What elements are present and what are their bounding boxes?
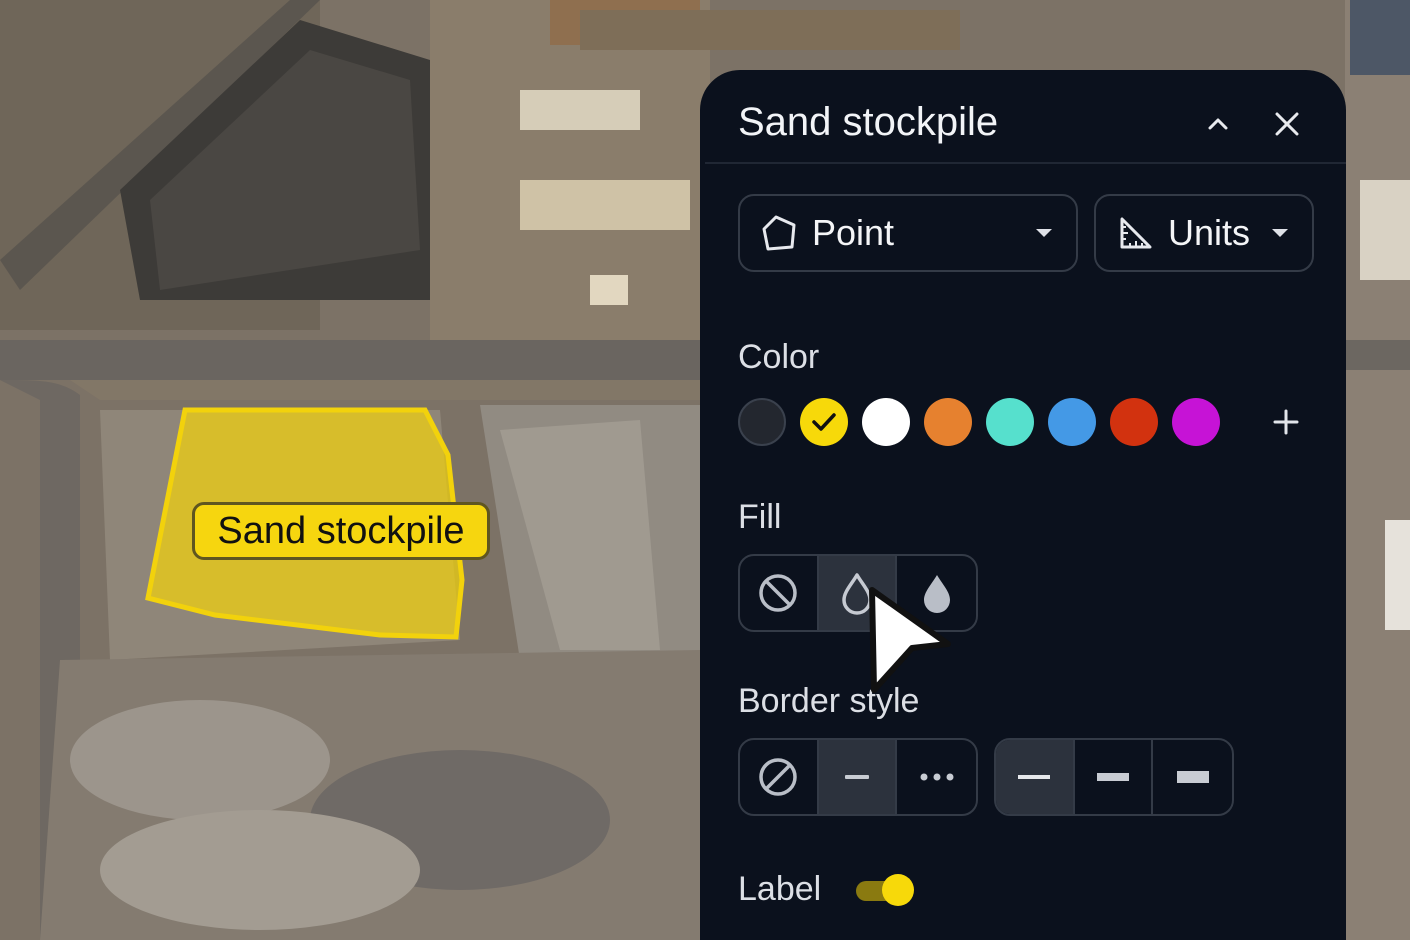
border-width-thick-option[interactable]: [1153, 740, 1232, 814]
fill-options: [738, 554, 978, 632]
add-color-button[interactable]: [1266, 402, 1306, 442]
check-icon: [812, 413, 836, 431]
color-swatch-yellow[interactable]: [800, 398, 848, 446]
solid-line-icon: [845, 775, 869, 779]
color-swatch-orange[interactable]: [924, 398, 972, 446]
fill-outline-option[interactable]: [818, 556, 898, 630]
border-width-medium-option[interactable]: [1075, 740, 1154, 814]
polygon-icon: [762, 215, 796, 251]
plus-icon: [1273, 409, 1299, 435]
caret-down-icon: [1036, 229, 1052, 237]
color-swatch-blue[interactable]: [1048, 398, 1096, 446]
panel-title: Sand stockpile: [738, 100, 999, 144]
fill-none-option[interactable]: [740, 556, 819, 630]
color-swatch-teal[interactable]: [986, 398, 1034, 446]
color-swatch-red[interactable]: [1110, 398, 1158, 446]
no-border-icon: [759, 758, 798, 796]
dotted-line-icon: [920, 773, 954, 781]
thin-line-icon: [1018, 775, 1051, 779]
solid-drop-icon: [923, 575, 950, 613]
chevron-up-icon: [1208, 118, 1228, 130]
border-none-option[interactable]: [740, 740, 819, 814]
outline-drop-icon: [842, 573, 872, 615]
label-section-label: Label: [738, 870, 822, 908]
collapse-button[interactable]: [1198, 104, 1238, 144]
color-swatch-black[interactable]: [738, 398, 786, 446]
color-swatch-purple[interactable]: [1172, 398, 1220, 446]
fill-section-label: Fill: [738, 498, 782, 536]
header-divider: [705, 162, 1346, 164]
color-section-label: Color: [738, 338, 820, 376]
border-width-options: [994, 738, 1234, 816]
label-toggle[interactable]: [856, 874, 914, 906]
border-solid-option[interactable]: [818, 740, 898, 814]
border-width-thin-option[interactable]: [996, 740, 1075, 814]
geometry-type-value: Point: [812, 212, 895, 253]
border-style-section-label: Border style: [738, 682, 920, 720]
units-value: Units: [1168, 212, 1251, 253]
fill-solid-option[interactable]: [897, 556, 976, 630]
close-button[interactable]: [1267, 104, 1307, 144]
border-style-options: [738, 738, 978, 816]
color-swatch-white[interactable]: [862, 398, 910, 446]
no-fill-icon: [759, 574, 798, 612]
ruler-triangle-icon: [1120, 217, 1152, 249]
border-dotted-option[interactable]: [897, 740, 976, 814]
toggle-knob: [882, 874, 914, 906]
medium-line-icon: [1097, 773, 1129, 781]
shape-label: Sand stockpile: [192, 502, 490, 560]
caret-down-icon: [1272, 229, 1288, 237]
geometry-type-dropdown[interactable]: Point: [738, 194, 1078, 272]
thick-line-icon: [1176, 771, 1209, 783]
close-icon: [1275, 112, 1299, 136]
shape-properties-panel: Sand stockpile Point Units Color Fill Bo…: [700, 70, 1346, 940]
units-dropdown[interactable]: Units: [1094, 194, 1314, 272]
